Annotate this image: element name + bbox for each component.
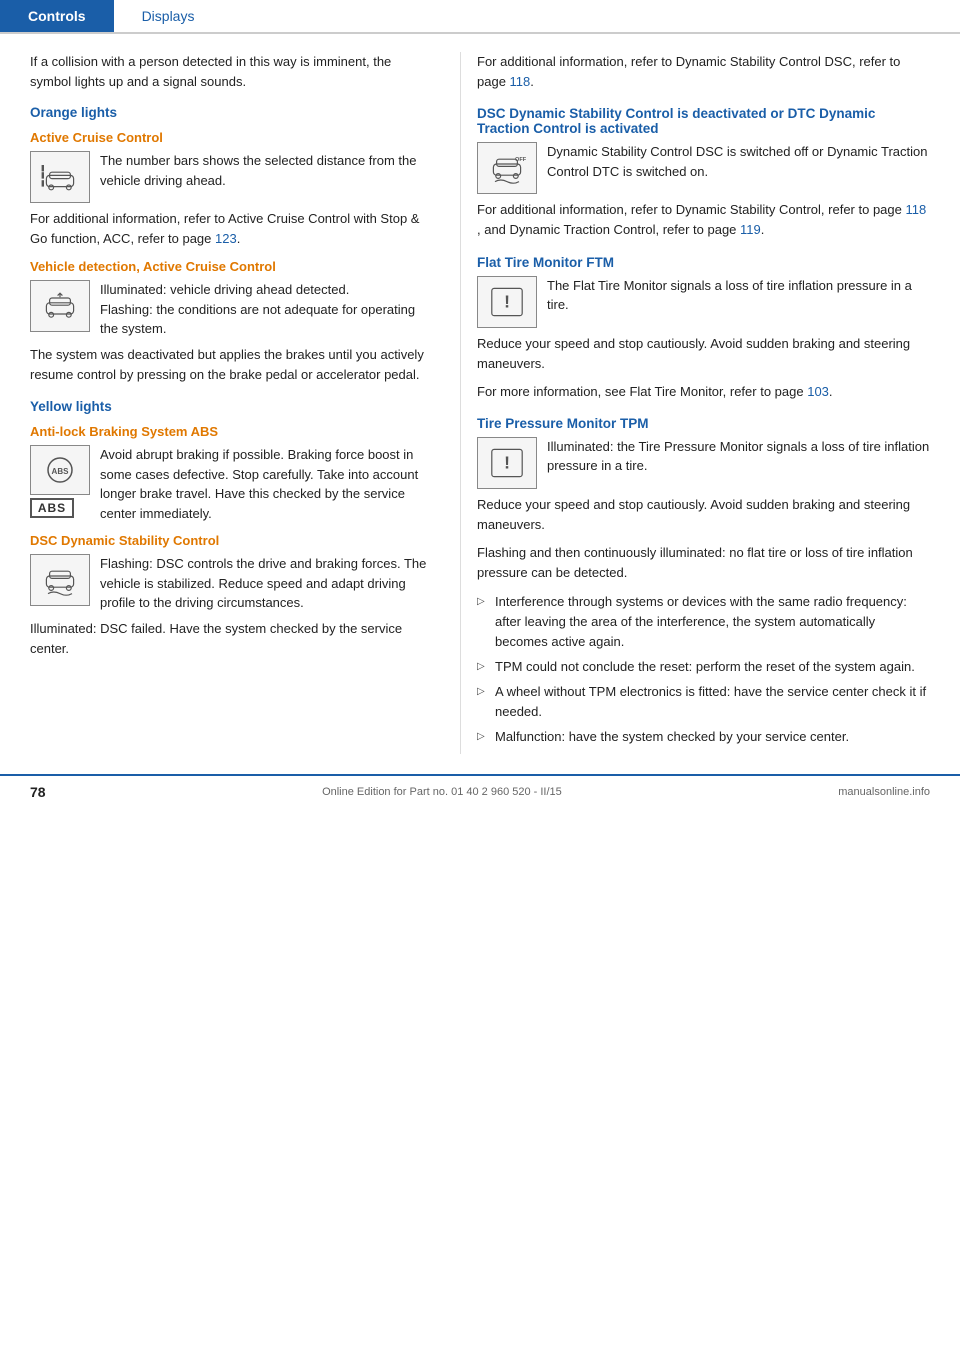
dsc-off-icon: OFF (477, 142, 537, 194)
ftm-icon-row: ! The Flat Tire Monitor signals a loss o… (477, 276, 930, 328)
tpm-icon-row: ! Illuminated: the Tire Pressure Monitor… (477, 437, 930, 489)
intro-text: If a collision with a person detected in… (30, 52, 436, 91)
acc-svg (40, 159, 80, 195)
dsc-icon (30, 554, 90, 606)
tpm-bullet-list: Interference through systems or devices … (477, 592, 930, 748)
footer-watermark: manualsonline.info (838, 786, 930, 798)
dsc-off-body: For additional information, refer to Dyn… (477, 200, 930, 240)
left-column: If a collision with a person detected in… (0, 52, 460, 754)
tpm-description: Illuminated: the Tire Pressure Monitor s… (547, 437, 930, 476)
right-intro-link[interactable]: 118 (510, 74, 531, 89)
bullet-item-1: Interference through systems or devices … (477, 592, 930, 652)
ftm-body1: Reduce your speed and stop cautiously. A… (477, 334, 930, 374)
ftm-description: The Flat Tire Monitor signals a loss of … (547, 276, 930, 315)
dsc-off-icon-row: OFF Dynamic Stability Control DSC is swi… (477, 142, 930, 194)
acc-body: For additional information, refer to Act… (30, 209, 436, 249)
abs-icon-stack: ABS ABS (30, 445, 90, 518)
dsc-link2[interactable]: 119 (740, 222, 761, 237)
dsc-link1[interactable]: 118 (906, 202, 927, 217)
svg-text:ABS: ABS (52, 467, 70, 476)
tab-controls[interactable]: Controls (0, 0, 114, 32)
abs-text-icon: ABS (30, 498, 74, 518)
abs-heading: Anti-lock Braking System ABS (30, 424, 436, 439)
vehicle-detection-icon-row: Illuminated: vehicle driving ahead detec… (30, 280, 436, 339)
tpm-heading: Tire Pressure Monitor TPM (477, 416, 930, 431)
yellow-lights-heading: Yellow lights (30, 399, 436, 414)
main-content: If a collision with a person detected in… (0, 34, 960, 754)
svg-text:OFF: OFF (515, 157, 527, 163)
svg-text:!: ! (504, 291, 510, 311)
dsc-deactivated-heading: DSC Dynamic Stability Control is deactiv… (477, 106, 930, 136)
footer-online-text: Online Edition for Part no. 01 40 2 960 … (322, 786, 562, 798)
tpm-icon: ! (477, 437, 537, 489)
ftm-svg: ! (487, 284, 527, 320)
dsc-icon-row: Flashing: DSC controls the drive and bra… (30, 554, 436, 613)
ftm-icon: ! (477, 276, 537, 328)
dsc-off-svg: OFF (487, 150, 527, 186)
tpm-body1: Reduce your speed and stop cautiously. A… (477, 495, 930, 535)
ftm-link[interactable]: 103 (807, 384, 829, 399)
vehicle-detection-description: Illuminated: vehicle driving ahead detec… (100, 280, 436, 339)
tab-bar: Controls Displays (0, 0, 960, 34)
ftm-body2: For more information, see Flat Tire Moni… (477, 382, 930, 402)
acc-icon-row: The number bars shows the selected dista… (30, 151, 436, 203)
tab-displays[interactable]: Displays (114, 0, 223, 32)
bullet-item-3: A wheel without TPM electronics is fitte… (477, 682, 930, 722)
page-number: 78 (30, 784, 46, 800)
dsc-off-description: Dynamic Stability Control DSC is switche… (547, 142, 930, 181)
bullet-item-4: Malfunction: have the system checked by … (477, 727, 930, 747)
footer: 78 Online Edition for Part no. 01 40 2 9… (0, 774, 960, 808)
vehicle-detect-svg (40, 288, 80, 324)
right-intro: For additional information, refer to Dyn… (477, 52, 930, 92)
abs-description: Avoid abrupt braking if possible. Brakin… (100, 445, 436, 523)
vehicle-detection-body: The system was deactivated but applies t… (30, 345, 436, 385)
ftm-heading: Flat Tire Monitor FTM (477, 255, 930, 270)
dsc-svg (40, 562, 80, 598)
abs-circle-svg: ABS (38, 455, 82, 485)
abs-icon-top: ABS (30, 445, 90, 495)
orange-lights-heading: Orange lights (30, 105, 436, 120)
abs-icon-row: ABS ABS Avoid abrupt braking if possible… (30, 445, 436, 523)
acc-icon (30, 151, 90, 203)
vehicle-detection-heading: Vehicle detection, Active Cruise Control (30, 259, 436, 274)
dsc-description: Flashing: DSC controls the drive and bra… (100, 554, 436, 613)
tpm-svg: ! (487, 445, 527, 481)
bullet-item-2: TPM could not conclude the reset: perfor… (477, 657, 930, 677)
acc-link[interactable]: 123 (215, 231, 237, 246)
dsc-heading: DSC Dynamic Stability Control (30, 533, 436, 548)
acc-description: The number bars shows the selected dista… (100, 151, 436, 190)
svg-text:!: ! (504, 453, 510, 473)
acc-heading: Active Cruise Control (30, 130, 436, 145)
tpm-body2: Flashing and then continuously illuminat… (477, 543, 930, 583)
vehicle-detect-icon (30, 280, 90, 332)
right-column: For additional information, refer to Dyn… (460, 52, 960, 754)
dsc-body2: Illuminated: DSC failed. Have the system… (30, 619, 436, 659)
